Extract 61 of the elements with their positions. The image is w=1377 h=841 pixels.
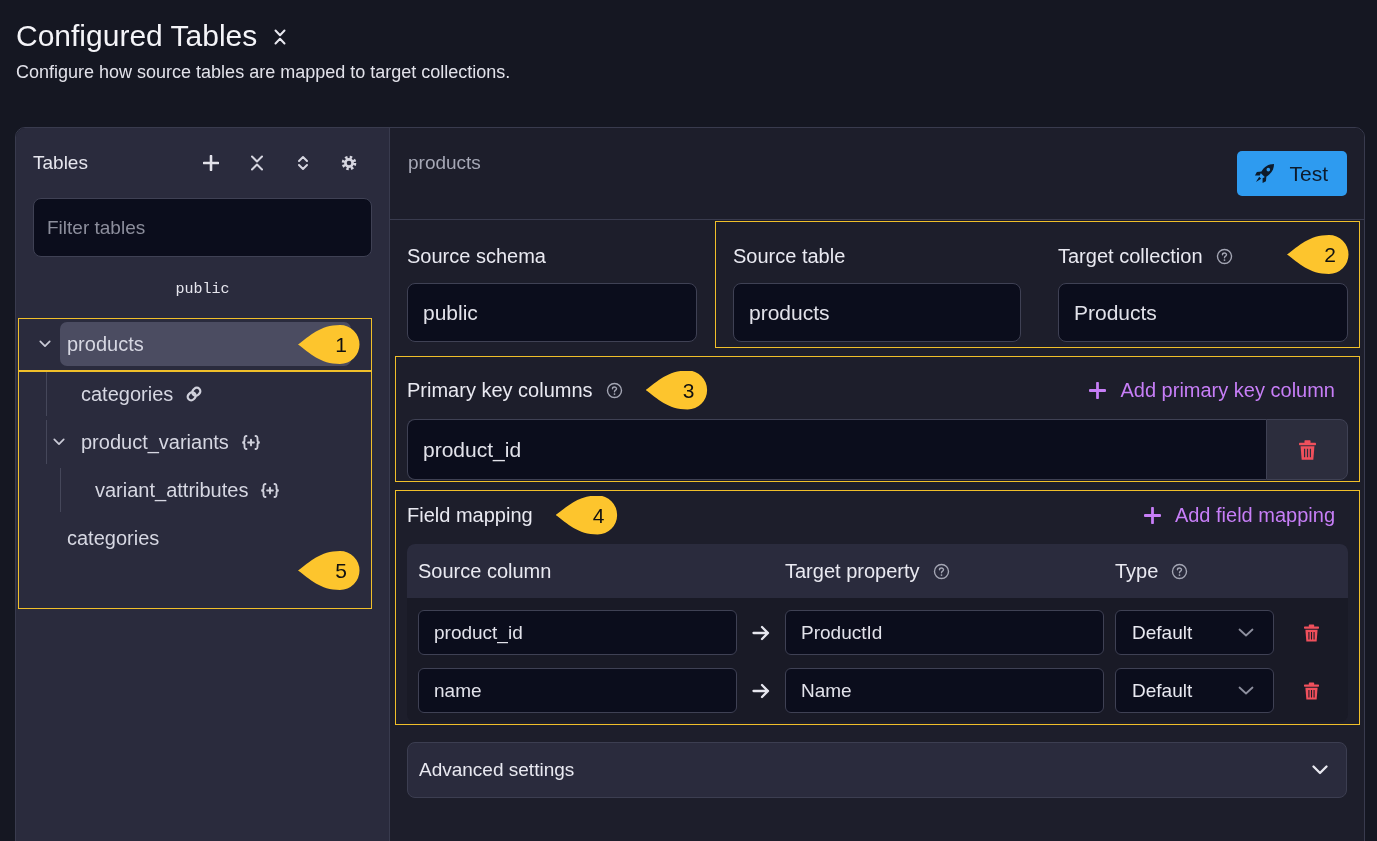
braces-plus-icon (240, 434, 261, 450)
field-label: Source table (733, 245, 846, 267)
source-column-field[interactable]: name (418, 668, 737, 713)
help-icon[interactable] (605, 381, 623, 399)
help-icon[interactable] (1215, 247, 1233, 265)
target-property-field[interactable]: Name (785, 668, 1104, 713)
tree-item[interactable]: product_variants (74, 420, 268, 464)
schema-label: public (174, 280, 231, 300)
collapse-icon[interactable] (274, 29, 287, 45)
trash-icon (1298, 439, 1316, 460)
primary-key-field[interactable]: product_id (407, 419, 1266, 480)
settings-icon[interactable] (341, 155, 357, 171)
filter-field[interactable]: Filter tables (33, 198, 372, 257)
type-select[interactable]: Default (1115, 668, 1274, 713)
tree-item[interactable]: variant_attributes (88, 468, 288, 512)
column-header: Type (1115, 560, 1159, 582)
tree-item[interactable]: categories (60, 516, 167, 560)
test-button[interactable]: Test (1237, 151, 1347, 196)
plus-icon (1143, 506, 1161, 524)
plus-icon[interactable] (203, 155, 219, 171)
expand-icon[interactable] (295, 155, 311, 171)
add-field-mapping-button[interactable]: Add field mapping (1143, 503, 1335, 527)
braces-plus-icon (260, 482, 281, 498)
chevron-icon[interactable] (53, 438, 65, 446)
sidebar-title: Tables (33, 151, 88, 175)
rocket-icon (1254, 163, 1276, 184)
arrow-right-icon (752, 624, 770, 641)
source-column-field[interactable]: product_id (418, 610, 737, 655)
table-name-heading: products (408, 151, 481, 175)
page-subtitle: Configure how source tables are mapped to target collections. (16, 61, 512, 84)
type-select[interactable]: Default (1115, 610, 1274, 655)
chevron-down-icon (1238, 686, 1254, 695)
chevron-icon[interactable] (39, 340, 51, 348)
section-label: Field mapping (407, 504, 533, 526)
callout-marker: 2 (1287, 235, 1349, 274)
callout-marker: 3 (645, 370, 708, 410)
target-property-field[interactable]: ProductId (785, 610, 1104, 655)
callout-marker: 4 (555, 495, 618, 535)
link-icon (185, 385, 204, 403)
trash-icon[interactable] (1303, 623, 1319, 642)
section-label: Primary key columns (407, 379, 593, 401)
text-field[interactable]: products (733, 283, 1021, 342)
help-icon[interactable] (932, 562, 950, 580)
add-primary-key-button[interactable]: Add primary key column (1089, 378, 1335, 402)
arrow-right-icon (752, 682, 770, 699)
field-label: Target collection (1058, 245, 1203, 267)
help-icon[interactable] (1171, 562, 1189, 580)
field-label: Source schema (407, 245, 546, 267)
chevron-down-icon (1238, 628, 1254, 637)
column-header: Target property (785, 560, 920, 582)
column-header: Source column (418, 560, 552, 582)
advanced-settings-toggle[interactable]: Advanced settings (407, 742, 1347, 798)
text-field[interactable]: Products (1058, 283, 1348, 342)
trash-icon[interactable] (1303, 681, 1319, 700)
tree-item[interactable]: categories (74, 372, 211, 416)
page-title: Configured Tables (16, 18, 258, 54)
delete-button[interactable] (1266, 419, 1348, 480)
source-schema-field[interactable]: public (407, 283, 697, 342)
plus-icon (1089, 381, 1107, 399)
callout-marker: 5 (298, 551, 360, 590)
collapse-icon[interactable] (249, 155, 265, 171)
